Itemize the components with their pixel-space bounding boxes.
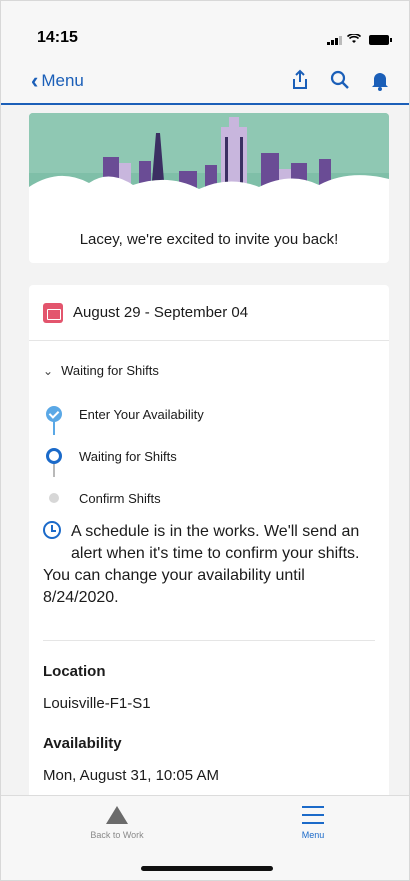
step-label: Confirm Shifts — [79, 490, 161, 506]
tab-bar: Back to Work Menu — [1, 795, 409, 880]
progress-steps: Enter Your Availability Waiting for Shif… — [43, 393, 373, 519]
share-icon[interactable] — [289, 69, 311, 91]
signal-icon — [327, 35, 343, 45]
tab-label: Back to Work — [90, 830, 144, 840]
section-title: Waiting for Shifts — [61, 363, 159, 378]
home-indicator — [141, 866, 273, 871]
date-range-row[interactable]: August 29 - September 04 — [29, 285, 389, 341]
city-skyline-illustration — [29, 113, 389, 209]
status-bar: 14:15 — [1, 1, 409, 63]
search-icon[interactable] — [329, 69, 351, 91]
status-time: 14:15 — [37, 29, 78, 46]
current-step-icon — [46, 448, 62, 464]
chevron-down-icon: ⌄ — [43, 363, 54, 378]
app-frame: 14:15 ‹ Menu Lacey, we're excited to inv… — [0, 0, 410, 881]
step-label: Enter Your Availability — [79, 406, 204, 422]
schedule-card: August 29 - September 04 ⌄ Waiting for S… — [29, 285, 389, 795]
tab-label: Menu — [301, 830, 325, 840]
content-scroll[interactable]: Lacey, we're excited to invite you back!… — [1, 105, 409, 795]
step-item: Confirm Shifts — [43, 477, 373, 519]
clock-icon — [43, 521, 61, 539]
info-text-line: alert when it's time to confirm your shi… — [71, 545, 360, 562]
menu-icon — [302, 806, 324, 824]
location-label: Location — [43, 663, 106, 680]
pending-step-icon — [49, 493, 59, 503]
triangle-icon — [106, 806, 128, 824]
date-range: August 29 - September 04 — [73, 304, 249, 321]
tab-menu[interactable]: Menu — [253, 806, 373, 840]
nav-actions — [289, 69, 391, 91]
bell-icon[interactable] — [369, 69, 391, 91]
calendar-icon — [43, 302, 63, 323]
info-text-line: You can change your availability until — [43, 567, 305, 584]
step-item: Waiting for Shifts — [43, 435, 373, 477]
availability-value: Mon, August 31, 10:05 AM — [43, 767, 219, 784]
chevron-left-icon: ‹ — [31, 68, 39, 93]
wifi-icon — [346, 31, 362, 49]
welcome-message: Lacey, we're excited to invite you back! — [79, 231, 339, 248]
tab-back-to-work[interactable]: Back to Work — [57, 806, 177, 840]
step-label: Waiting for Shifts — [79, 448, 177, 464]
location-value: Louisville-F1-S1 — [43, 695, 151, 712]
hero-card: Lacey, we're excited to invite you back! — [29, 113, 389, 263]
back-button[interactable]: ‹ Menu — [31, 70, 84, 92]
info-text-line: 8/24/2020. — [43, 589, 119, 606]
check-circle-icon — [46, 406, 62, 422]
divider — [43, 640, 375, 641]
status-icons — [327, 31, 392, 49]
step-item: Enter Your Availability — [43, 393, 373, 435]
waiting-section-toggle[interactable]: ⌄ Waiting for Shifts — [43, 363, 159, 378]
nav-bar: ‹ Menu — [1, 63, 409, 105]
back-label: Menu — [41, 71, 84, 90]
schedule-info: A schedule is in the works. We'll send a… — [43, 521, 378, 609]
info-text-line: A schedule is in the works. We'll send a… — [71, 523, 360, 540]
availability-label: Availability — [43, 735, 122, 752]
battery-icon — [369, 35, 392, 45]
